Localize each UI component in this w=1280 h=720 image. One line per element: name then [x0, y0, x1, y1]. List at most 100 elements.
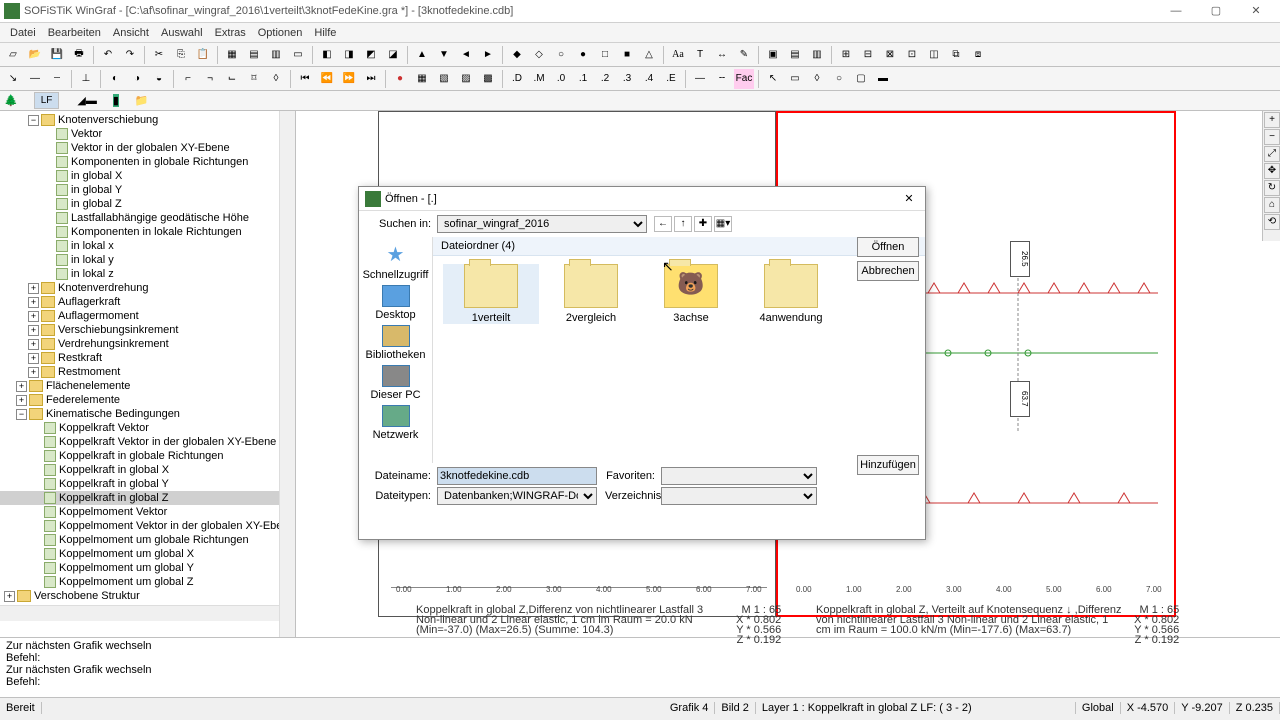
place-quick[interactable]: ★Schnellzugriff: [359, 245, 432, 281]
tb-d1-icon[interactable]: ▣: [763, 45, 783, 65]
tb-e7-icon[interactable]: ⧈: [968, 45, 988, 65]
tb2-first-icon[interactable]: ⏮: [295, 69, 315, 89]
tree-item[interactable]: Koppelmoment Vektor: [59, 506, 167, 518]
rt-pan-icon[interactable]: ✥: [1264, 163, 1280, 179]
rt-zoom-in-icon[interactable]: +: [1264, 112, 1280, 128]
tb-c5-icon[interactable]: □: [595, 45, 615, 65]
tb-text-icon[interactable]: T: [690, 45, 710, 65]
tb2-m3-icon[interactable]: ◒: [149, 69, 169, 89]
tree-item[interactable]: Kinematische Bedingungen: [46, 408, 180, 420]
expand-icon[interactable]: +: [28, 297, 39, 308]
expand-icon[interactable]: −: [28, 115, 39, 126]
tb2-d[interactable]: .D: [507, 69, 527, 89]
tb2-4[interactable]: .4: [639, 69, 659, 89]
expand-icon[interactable]: +: [28, 339, 39, 350]
tab-i3-icon[interactable]: ▮: [113, 94, 119, 107]
tb-b1-icon[interactable]: ▲: [412, 45, 432, 65]
tb2-s5-icon[interactable]: ▢: [851, 69, 871, 89]
add-button[interactable]: Hinzufügen: [857, 455, 919, 475]
menu-optionen[interactable]: Optionen: [252, 27, 309, 39]
tb2-rec-icon[interactable]: ●: [390, 69, 410, 89]
rt-fit-icon[interactable]: ⤢: [1264, 146, 1280, 162]
folder-4anwendung[interactable]: 4anwendung: [743, 264, 839, 324]
tree-item[interactable]: Koppelkraft Vektor in der globalen XY-Eb…: [59, 436, 276, 448]
folder-3achse[interactable]: 🐻3achse: [643, 264, 739, 324]
tb-redo-icon[interactable]: ↷: [120, 45, 140, 65]
tb2-3[interactable]: .3: [617, 69, 637, 89]
dialog-close-button[interactable]: ✕: [899, 192, 919, 205]
menu-bearbeiten[interactable]: Bearbeiten: [42, 27, 107, 39]
tree-icon[interactable]: 🌲: [4, 94, 18, 107]
tb-e2-icon[interactable]: ⊟: [858, 45, 878, 65]
tb-b2-icon[interactable]: ▼: [434, 45, 454, 65]
expand-icon[interactable]: +: [28, 353, 39, 364]
tree-item[interactable]: Lastfallabhängige geodätische Höhe: [71, 212, 249, 224]
tb2-axis-icon[interactable]: ⊥: [76, 69, 96, 89]
tb2-p2-icon[interactable]: ¬: [200, 69, 220, 89]
tree-item[interactable]: Flächenelemente: [46, 380, 130, 392]
rt-reset-icon[interactable]: ⟲: [1264, 214, 1280, 230]
tb-page-icon[interactable]: ▭: [288, 45, 308, 65]
tb2-p4-icon[interactable]: ⌑: [244, 69, 264, 89]
tree-item[interactable]: Koppelkraft Vektor: [59, 422, 149, 434]
tree-item[interactable]: in lokal z: [71, 268, 114, 280]
tb-c6-icon[interactable]: ■: [617, 45, 637, 65]
tb2-g3-icon[interactable]: ▨: [456, 69, 476, 89]
tree-item[interactable]: Restmoment: [58, 366, 120, 378]
expand-icon[interactable]: +: [4, 591, 15, 602]
maximize-button[interactable]: ▢: [1196, 0, 1236, 22]
nav-view-icon[interactable]: ▦▾: [714, 216, 732, 232]
menu-hilfe[interactable]: Hilfe: [308, 27, 342, 39]
tb2-next-icon[interactable]: ⏩: [339, 69, 359, 89]
tb-d3-icon[interactable]: ▥: [807, 45, 827, 65]
tb-e4-icon[interactable]: ⊡: [902, 45, 922, 65]
tb-c1-icon[interactable]: ◆: [507, 45, 527, 65]
tb-view-icon[interactable]: ▥: [266, 45, 286, 65]
tree-item[interactable]: Knotenverschiebung: [58, 114, 158, 126]
expand-icon[interactable]: +: [28, 283, 39, 294]
tab-i2-icon[interactable]: ▬: [86, 95, 97, 107]
tb-font-icon[interactable]: Aa: [668, 45, 688, 65]
group-header[interactable]: Dateiordner (4) ˄: [433, 237, 925, 256]
tb-dim-icon[interactable]: ↔: [712, 45, 732, 65]
tree-item[interactable]: Koppelmoment Vektor in der globalen XY-E…: [59, 520, 286, 532]
tb-b4-icon[interactable]: ►: [478, 45, 498, 65]
tb-note-icon[interactable]: ✎: [734, 45, 754, 65]
folder-1verteilt[interactable]: 1verteilt: [443, 264, 539, 324]
expand-icon[interactable]: +: [28, 325, 39, 336]
filetype-select[interactable]: Datenbanken;WINGRAF-Dokument;WI: [437, 487, 597, 505]
tb-a4-icon[interactable]: ◪: [383, 45, 403, 65]
tree-scrollbar-h[interactable]: [0, 605, 295, 621]
tb-c3-icon[interactable]: ○: [551, 45, 571, 65]
tb2-g4-icon[interactable]: ▩: [478, 69, 498, 89]
tree-item[interactable]: Knotenverdrehung: [58, 282, 149, 294]
favorites-select[interactable]: [661, 467, 817, 485]
dialog-title-bar[interactable]: Öffnen - [.] ✕: [359, 187, 925, 211]
tab-i4-icon[interactable]: 📁: [135, 94, 149, 107]
search-in-select[interactable]: sofinar_wingraf_2016: [437, 215, 647, 233]
cancel-button[interactable]: Abbrechen: [857, 261, 919, 281]
tb2-m2-icon[interactable]: ◑: [127, 69, 147, 89]
tb2-h2-icon[interactable]: ╌: [712, 69, 732, 89]
tree-item[interactable]: in global Y: [71, 184, 122, 196]
tb-open-icon[interactable]: 📂: [25, 45, 45, 65]
nav-new-icon[interactable]: ✚: [694, 216, 712, 232]
tb2-p3-icon[interactable]: ⌙: [222, 69, 242, 89]
tree-item[interactable]: Verdrehungsinkrement: [58, 338, 169, 350]
tb-a2-icon[interactable]: ◨: [339, 45, 359, 65]
tb-paste-icon[interactable]: 📋: [193, 45, 213, 65]
tb-e1-icon[interactable]: ⊞: [836, 45, 856, 65]
tree-item[interactable]: Vektor in der globalen XY-Ebene: [71, 142, 230, 154]
tree-item[interactable]: Auflagerkraft: [58, 296, 120, 308]
tb2-s2-icon[interactable]: ▭: [785, 69, 805, 89]
open-button[interactable]: Öffnen: [857, 237, 919, 257]
tb2-arrow-icon[interactable]: ↘: [3, 69, 23, 89]
tb2-line-icon[interactable]: —: [25, 69, 45, 89]
tb2-last-icon[interactable]: ⏭: [361, 69, 381, 89]
tab-i1-icon[interactable]: ◢: [77, 94, 85, 107]
tree-item[interactable]: in global X: [71, 170, 122, 182]
tree-item[interactable]: Koppelmoment um global X: [59, 548, 194, 560]
tb2-1[interactable]: .1: [573, 69, 593, 89]
expand-icon[interactable]: +: [28, 311, 39, 322]
tb-a1-icon[interactable]: ◧: [317, 45, 337, 65]
